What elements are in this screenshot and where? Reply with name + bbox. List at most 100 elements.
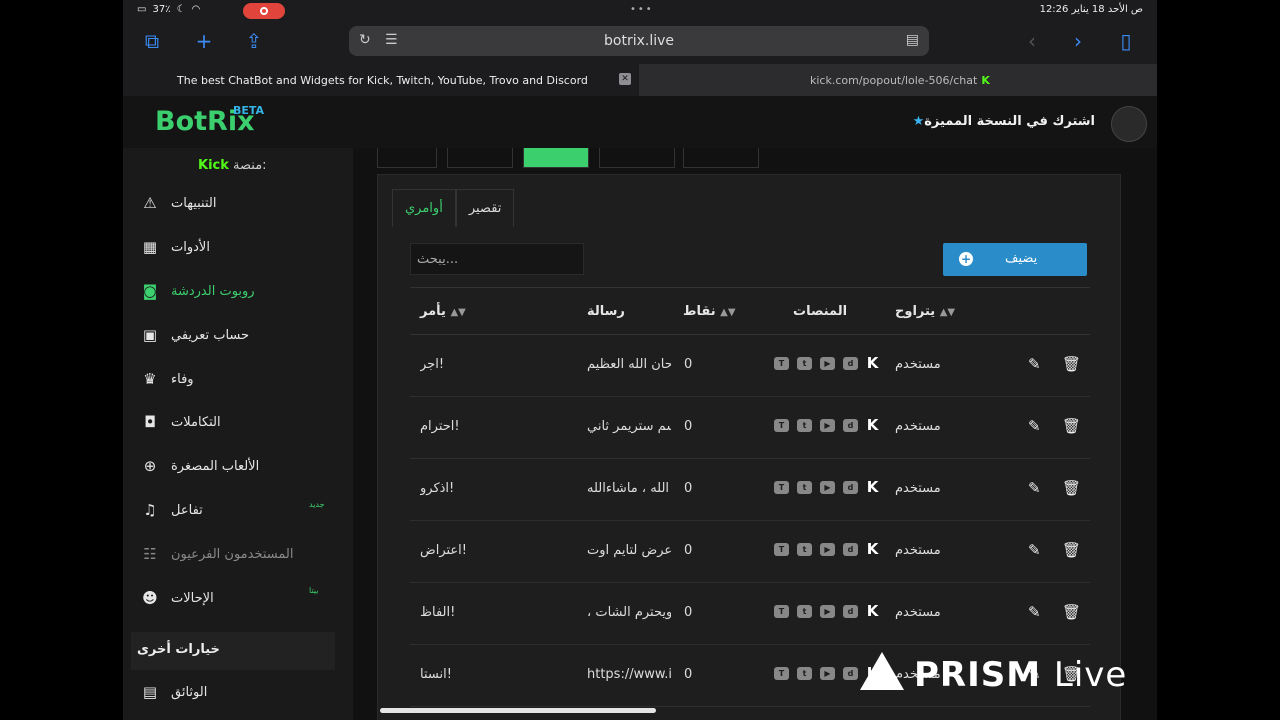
table-row: احترام! سم ستريمر ثاني 0 Tt ▶ d K مستخدم ✎ … <box>410 397 1090 459</box>
tab-hidden-1[interactable] <box>377 148 437 168</box>
youtube-icon: ▶ <box>820 481 835 494</box>
column-command[interactable]: يأمر ▲▼ <box>420 304 466 319</box>
command-cell: انستا! <box>420 667 452 682</box>
prism-logo-icon <box>860 652 904 690</box>
discord-icon: d <box>843 481 858 494</box>
music-icon: ♫ <box>143 501 157 519</box>
sidebar-item-integrations[interactable]: ◘ التكاملات <box>141 410 221 434</box>
edit-icon[interactable]: ✎ <box>1028 417 1041 435</box>
home-indicator[interactable] <box>380 708 656 713</box>
tab-hidden-4[interactable] <box>683 148 759 168</box>
edit-icon[interactable]: ✎ <box>1028 541 1041 559</box>
column-points[interactable]: نقاط ▲▼ <box>683 304 736 319</box>
sidebar-item-interaction[interactable]: ♫ تفاعل <box>141 498 203 522</box>
sidebar-item-loyalty[interactable]: ♛ وفاء <box>141 367 193 391</box>
sidebar-item-widgets[interactable]: ▦ الأدوات <box>141 235 210 259</box>
twitch-icon: t <box>797 481 812 494</box>
message-cell: سم ستريمر ثاني <box>587 419 671 434</box>
points-cell: 0 <box>684 667 693 682</box>
main-content: أوامري تقصير يبحث... + يضيف يأمر ▲▼ رسال… <box>353 148 1157 720</box>
address-bar[interactable]: ↻ ☰ botrix.live ▤ <box>349 26 929 56</box>
level-cell: مستخدم <box>895 543 941 558</box>
delete-icon[interactable]: 🗑 <box>1062 603 1081 621</box>
delete-icon[interactable]: 🗑 <box>1062 355 1081 373</box>
tab-title: The best ChatBot and Widgets for Kick, T… <box>177 74 588 87</box>
delete-icon[interactable]: 🗑 <box>1062 417 1081 435</box>
sort-icon[interactable]: ▲▼ <box>940 307 955 318</box>
kick-icon: K <box>866 478 879 496</box>
platform-icons: Tt ▶ d K <box>774 354 879 372</box>
message-cell: ، ويحترم الشات <box>587 605 671 620</box>
platform-icons: Tt ▶ d K <box>774 604 879 619</box>
screen-recording-indicator[interactable] <box>243 3 285 19</box>
trovo-icon: T <box>774 481 789 494</box>
other-options-header: خيارات أخرى <box>131 632 335 670</box>
delete-icon[interactable]: 🗑 <box>1062 479 1081 497</box>
column-platforms: المنصات <box>793 304 848 319</box>
points-cell: 0 <box>684 357 693 372</box>
avatar[interactable] <box>1111 106 1147 142</box>
premium-link[interactable]: اشترك في النسخة المميزة★ <box>913 114 1095 129</box>
plus-icon: + <box>959 252 973 266</box>
sidebar-item-subusers[interactable]: ☷ المستخدمون الفرعيون <box>141 542 293 566</box>
column-level[interactable]: يتراوح ▲▼ <box>895 304 955 319</box>
new-tab-icon[interactable]: + <box>193 30 215 52</box>
tabs-overview-icon[interactable]: ⧉ <box>141 30 163 52</box>
command-cell: احترام! <box>420 419 460 434</box>
sidebar-item-chatbot[interactable]: ◙ روبوت الدردشة <box>141 279 255 303</box>
status-bar: ▭ 37٪ ☾ ◠ ••• 12:26 ص الأحد 18 يناير <box>123 0 1157 22</box>
multitasking-dots[interactable]: ••• <box>630 4 654 15</box>
share-icon[interactable]: ⇪ <box>243 30 265 52</box>
youtube-icon: ▶ <box>820 543 835 556</box>
commands-panel: أوامري تقصير يبحث... + يضيف يأمر ▲▼ رسال… <box>377 174 1121 720</box>
message-cell: ع الله ، ماشاءالله <box>587 481 671 496</box>
points-cell: 0 <box>684 481 693 496</box>
edit-icon[interactable]: ✎ <box>1028 355 1041 373</box>
url-text[interactable]: botrix.live <box>349 33 929 49</box>
tab-hidden-3[interactable] <box>599 148 675 168</box>
youtube-icon: ▶ <box>820 667 835 680</box>
tab-default[interactable]: تقصير <box>455 189 515 227</box>
back-icon[interactable]: ‹ <box>1021 30 1043 52</box>
tab-botrix[interactable]: The best ChatBot and Widgets for Kick, T… <box>123 64 639 96</box>
trovo-icon: T <box>774 605 789 618</box>
youtube-icon: ▶ <box>820 357 835 370</box>
edit-icon[interactable]: ✎ <box>1028 479 1041 497</box>
sidebar-item-docs[interactable]: ▤ الوثائق <box>141 680 207 704</box>
edit-icon[interactable]: ✎ <box>1028 603 1041 621</box>
discord-icon: d <box>843 357 858 370</box>
trovo-icon: T <box>774 419 789 432</box>
sidebar-item-profile[interactable]: ▣ حساب تعريفي <box>141 323 249 347</box>
beta-badge: بيتا <box>309 586 319 595</box>
forward-icon[interactable]: › <box>1067 30 1089 52</box>
discord-icon: d <box>843 667 858 680</box>
kick-icon: K <box>866 540 879 558</box>
close-tab-icon[interactable]: ✕ <box>619 73 631 85</box>
reader-icon[interactable]: ▤ <box>906 32 919 48</box>
star-icon: ★ <box>912 114 925 129</box>
botrix-logo[interactable]: BotRix BETA <box>155 104 264 137</box>
search-input[interactable]: يبحث... <box>410 243 584 275</box>
sidebar-toggle-icon[interactable]: ▯ <box>1115 30 1137 52</box>
clock-date: 12:26 ص الأحد 18 يناير <box>1039 4 1143 15</box>
tab-kick-chat[interactable]: kick.com/popout/lole-506/chat K <box>639 64 1157 96</box>
command-cell: الفاظ! <box>420 605 456 620</box>
sidebar-item-referrals[interactable]: ☻ الإحالات <box>141 586 214 610</box>
platform-selector[interactable]: Kick منصة: <box>198 158 267 173</box>
sidebar-item-alerts[interactable]: ⚠ التنبيهات <box>141 191 216 215</box>
table-row: الفاظ! ، ويحترم الشات 0 Tt ▶ d K مستخدم ✎ 🗑 <box>410 583 1090 645</box>
tab-my-commands[interactable]: أوامري <box>392 189 456 227</box>
add-button[interactable]: + يضيف <box>943 243 1087 276</box>
sort-icon[interactable]: ▲▼ <box>720 307 735 318</box>
message-cell: عرض لتايم اوت <box>587 543 671 558</box>
sidebar-item-minigames[interactable]: ⊕ الألعاب المصغرة <box>141 454 260 478</box>
tab-commands[interactable] <box>523 148 589 168</box>
tab-hidden-2[interactable] <box>447 148 513 168</box>
sort-icon[interactable]: ▲▼ <box>450 307 465 318</box>
delete-icon[interactable]: 🗑 <box>1062 541 1081 559</box>
kick-icon: K <box>866 354 879 372</box>
robot-icon: ◙ <box>142 282 158 300</box>
command-cell: اذكرو! <box>420 481 455 496</box>
discord-icon: d <box>843 605 858 618</box>
battery-percent: 37٪ <box>152 4 171 15</box>
